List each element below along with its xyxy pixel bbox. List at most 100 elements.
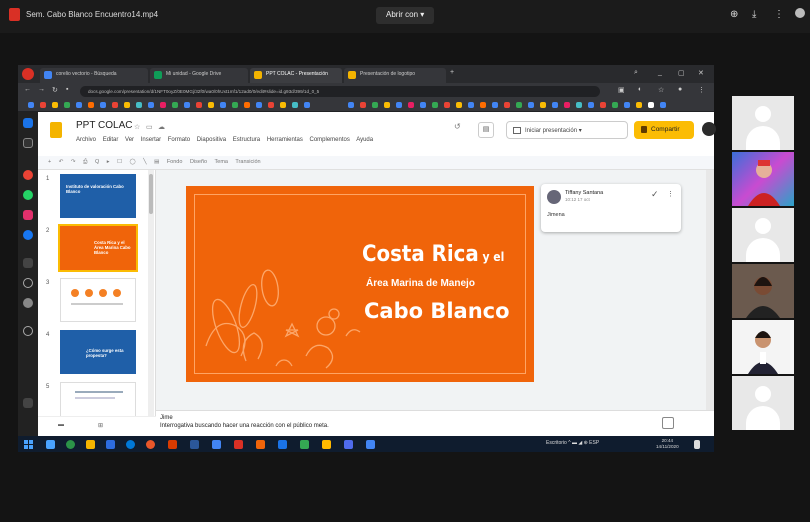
bookmark-icon[interactable]	[600, 102, 606, 108]
minimize-icon[interactable]: _	[658, 69, 662, 76]
bookmark-icon[interactable]	[396, 102, 402, 108]
word-icon[interactable]	[190, 440, 199, 449]
present-button[interactable]: Iniciar presentación ▾	[506, 121, 628, 139]
bookmark-icon[interactable]	[636, 102, 642, 108]
shape-icon[interactable]: ◯	[130, 159, 136, 165]
document-title[interactable]: PPT COLAC	[76, 120, 133, 131]
browser-tab[interactable]: Mi unidad - Google Drive	[150, 68, 248, 83]
speaker-notes[interactable]: Jime Interrogativa buscando hacer una re…	[156, 410, 714, 436]
comment-card[interactable]: Tiffany Santana 10:12 17 oct ✓ ⋮ Jimena	[541, 184, 681, 232]
menu-item[interactable]: Diapositiva	[197, 137, 226, 143]
forward-icon[interactable]: →	[38, 86, 45, 93]
bookmark-icon[interactable]	[552, 102, 558, 108]
star-icon[interactable]: ☆	[658, 86, 664, 94]
menu-item[interactable]: Formato	[168, 137, 190, 143]
bookmark-icon[interactable]	[28, 102, 34, 108]
bookmark-icon[interactable]	[40, 102, 46, 108]
menu-item[interactable]: Editar	[103, 137, 119, 143]
powerpoint-icon[interactable]	[168, 440, 177, 449]
line-icon[interactable]: ╲	[143, 159, 146, 165]
new-slide-button[interactable]: +	[48, 159, 51, 165]
resolve-check-icon[interactable]: ✓	[651, 189, 659, 200]
bookmark-icon[interactable]	[480, 102, 486, 108]
bookmark-icon[interactable]	[76, 102, 82, 108]
star-icon[interactable]: ☆	[134, 123, 140, 131]
new-tab-icon[interactable]: +	[450, 69, 454, 76]
avatar[interactable]	[702, 122, 716, 136]
share-button[interactable]: Compartir	[634, 121, 694, 139]
more-vert-icon[interactable]: ⋮	[698, 86, 705, 94]
menu-item[interactable]: Ayuda	[356, 137, 373, 143]
cloud-status-icon[interactable]: ☁	[158, 123, 165, 131]
bookmark-icon[interactable]	[516, 102, 522, 108]
messenger-icon[interactable]	[23, 230, 33, 240]
select-icon[interactable]: ▸	[107, 159, 110, 165]
menu-item[interactable]: Complementos	[310, 137, 350, 143]
bookmark-icon[interactable]	[232, 102, 238, 108]
background-button[interactable]: Fondo	[167, 159, 183, 165]
app-icon[interactable]	[366, 440, 375, 449]
bookmark-icon[interactable]	[624, 102, 630, 108]
app-icon[interactable]	[212, 440, 221, 449]
browser-tab-active[interactable]: PPT COLAC - Presentación	[250, 68, 342, 83]
menu-item[interactable]: Insertar	[141, 137, 161, 143]
slide-thumbnail[interactable]: Instituto de valoración Cabo Blanco	[60, 174, 136, 218]
add-shortcut-icon[interactable]: ⊕	[730, 9, 738, 20]
layout-button[interactable]: Diseño	[190, 159, 207, 165]
bookmark-icon[interactable]	[220, 102, 226, 108]
scroll-thumb[interactable]	[149, 174, 153, 214]
bookmark-icon[interactable]	[256, 102, 262, 108]
comment-add-icon[interactable]: ▤	[154, 159, 159, 165]
explore-icon[interactable]	[662, 417, 674, 429]
slide-thumbnail[interactable]	[60, 278, 136, 322]
bookmark-icon[interactable]	[492, 102, 498, 108]
bookmark-icon[interactable]	[112, 102, 118, 108]
pdf-icon[interactable]	[234, 440, 243, 449]
url-bar[interactable]: docs.google.com/presentation/d/1NFT0oyZ/…	[80, 86, 600, 97]
menu-item[interactable]: Ver	[125, 137, 134, 143]
maximize-icon[interactable]: ▢	[678, 69, 685, 77]
extensions-icon[interactable]: ▣	[618, 86, 625, 94]
bookmark-icon[interactable]	[148, 102, 154, 108]
bookmark-icon[interactable]	[172, 102, 178, 108]
more-vert-icon[interactable]: ⋮	[774, 9, 784, 20]
bookmark-icon[interactable]	[304, 102, 310, 108]
menu-item[interactable]: Estructura	[233, 137, 260, 143]
location-icon[interactable]	[23, 326, 33, 336]
bookmark-icon[interactable]	[124, 102, 130, 108]
redo-icon[interactable]: ↷	[71, 159, 76, 165]
bookmark-icon[interactable]	[280, 102, 286, 108]
bookmark-icon[interactable]	[64, 102, 70, 108]
participant-tile[interactable]	[732, 376, 794, 430]
settings-icon[interactable]	[23, 298, 33, 308]
menu-item[interactable]: Herramientas	[267, 137, 303, 143]
file-explorer-icon[interactable]	[86, 440, 95, 449]
bookmark-icon[interactable]	[88, 102, 94, 108]
bookmark-icon[interactable]	[52, 102, 58, 108]
app-icon[interactable]	[146, 440, 155, 449]
avatar-icon[interactable]	[795, 8, 805, 18]
slide-thumbnail[interactable]: ¿Cómo surge esta propesta?	[60, 330, 136, 374]
bookmark-icon[interactable]	[564, 102, 570, 108]
browser-tab[interactable]: corelio vectorio - Búsqueda	[40, 68, 148, 83]
bookmark-icon[interactable]	[408, 102, 414, 108]
transition-button[interactable]: Transición	[235, 159, 260, 165]
close-icon[interactable]: ✕	[698, 69, 704, 77]
comments-button[interactable]: ▤	[478, 122, 494, 138]
bookmark-icon[interactable]	[468, 102, 474, 108]
instagram-icon[interactable]	[23, 210, 33, 220]
more-vert-icon[interactable]: ⋮	[667, 190, 674, 198]
participant-tile-video[interactable]	[732, 152, 794, 206]
history-icon[interactable]: ↺	[454, 122, 461, 131]
bookmark-icon[interactable]	[268, 102, 274, 108]
grid-view-icon[interactable]: ▬	[58, 422, 64, 428]
app-icon[interactable]	[23, 170, 33, 180]
bookmark-icon[interactable]	[576, 102, 582, 108]
bookmark-icon[interactable]	[504, 102, 510, 108]
bookmark-icon[interactable]	[456, 102, 462, 108]
participant-tile[interactable]	[732, 208, 794, 262]
bookmark-icon[interactable]	[292, 102, 298, 108]
undo-icon[interactable]: ↶	[59, 159, 64, 165]
bookmark-icon[interactable]	[420, 102, 426, 108]
open-with-button[interactable]: Abrir con ▾	[376, 7, 435, 24]
